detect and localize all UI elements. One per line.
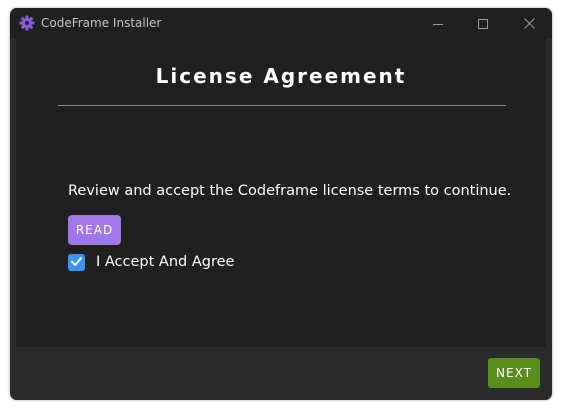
footer-bar: NEXT	[10, 347, 552, 400]
read-license-button[interactable]: READ	[68, 215, 121, 245]
minimize-button[interactable]	[415, 8, 461, 38]
license-panel: License Agreement Review and accept the …	[16, 38, 546, 347]
gear-icon	[19, 15, 35, 31]
checkmark-icon	[70, 253, 83, 272]
heading-divider	[58, 105, 506, 106]
window-title: CodeFrame Installer	[41, 16, 162, 30]
minimize-icon	[433, 14, 443, 33]
next-button[interactable]: NEXT	[488, 358, 540, 388]
maximize-icon	[478, 14, 488, 33]
close-icon	[523, 14, 535, 33]
page-title: License Agreement	[155, 64, 407, 88]
instruction-text: Review and accept the Codeframe license …	[68, 183, 512, 199]
installer-window: CodeFrame Installer License Agreement Re…	[10, 8, 552, 400]
maximize-button[interactable]	[460, 8, 506, 38]
accept-checkbox-label[interactable]: I Accept And Agree	[96, 254, 234, 270]
title-bar[interactable]: CodeFrame Installer	[10, 8, 552, 38]
accept-checkbox[interactable]	[68, 254, 85, 271]
close-button[interactable]	[506, 8, 552, 38]
